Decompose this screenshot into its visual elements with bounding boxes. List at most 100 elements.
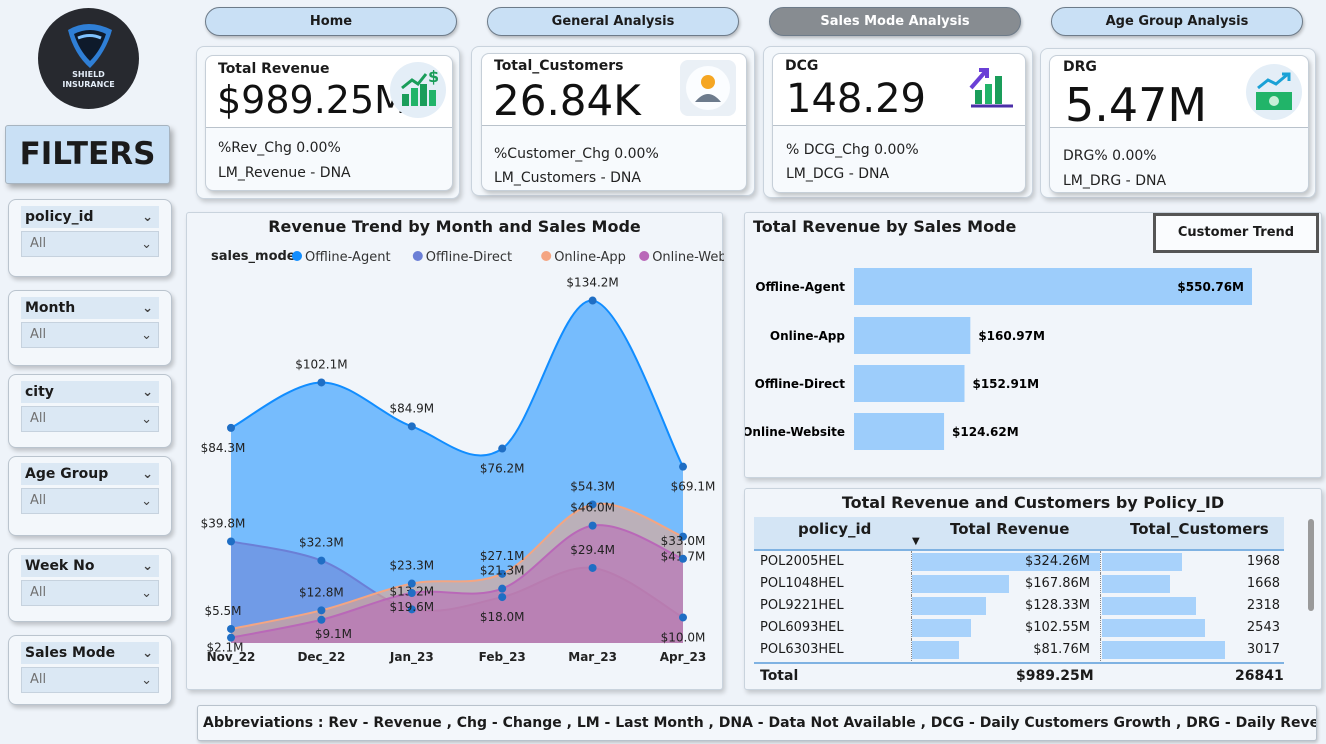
cell-customers: 1668 bbox=[1246, 576, 1280, 591]
kpi-value: 148.29 bbox=[786, 76, 926, 122]
growth-bars-icon bbox=[963, 60, 1019, 116]
data-label: $5.5M bbox=[204, 604, 241, 618]
chevron-down-icon[interactable]: ⌄ bbox=[142, 298, 153, 320]
data-point[interactable] bbox=[588, 563, 597, 572]
chevron-down-icon[interactable]: ⌄ bbox=[142, 556, 153, 578]
table-row[interactable]: POL6303HEL $81.76M 3017 bbox=[754, 639, 1284, 661]
chevron-down-icon[interactable]: ⌄ bbox=[142, 643, 153, 665]
slicer-dropdown[interactable]: All ⌄ bbox=[21, 488, 159, 514]
data-point[interactable] bbox=[227, 537, 235, 546]
legend-marker[interactable] bbox=[541, 251, 552, 261]
chevron-down-icon[interactable]: ⌄ bbox=[142, 382, 153, 404]
slicer-dropdown[interactable]: All ⌄ bbox=[21, 580, 159, 606]
revenue-by-sales-mode-chart: Total Revenue by Sales Mode Customer Tre… bbox=[744, 212, 1322, 478]
data-point[interactable] bbox=[317, 615, 326, 624]
slicer-age-group[interactable]: Age Group ⌄ All ⌄ bbox=[8, 456, 172, 536]
chevron-down-icon[interactable]: ⌄ bbox=[142, 207, 153, 229]
bar-online-app[interactable] bbox=[854, 317, 971, 354]
slicer-policy-id[interactable]: policy_id ⌄ All ⌄ bbox=[8, 199, 172, 277]
cell-revenue: $102.55M bbox=[1025, 620, 1090, 635]
data-point[interactable] bbox=[227, 423, 235, 432]
data-point[interactable] bbox=[679, 613, 687, 622]
chevron-down-icon[interactable]: ⌄ bbox=[142, 464, 153, 486]
legend-item-offline-direct[interactable]: Offline-Direct bbox=[426, 250, 512, 265]
slicer-city[interactable]: city ⌄ All ⌄ bbox=[8, 374, 172, 448]
column-header-total-customers[interactable]: Total_Customers bbox=[1130, 520, 1269, 538]
slicer-sales-mode[interactable]: Sales Mode ⌄ All ⌄ bbox=[8, 635, 172, 705]
table-row[interactable]: POL6093HEL $102.55M 2543 bbox=[754, 617, 1284, 639]
chevron-down-icon: ⌄ bbox=[141, 673, 152, 688]
table-row[interactable]: POL9221HEL $128.33M 2318 bbox=[754, 595, 1284, 617]
bar-category-label: Offline-Direct bbox=[755, 377, 846, 391]
kpi-card-customers: Total_Customers 26.84K %Customer_Chg 0.0… bbox=[471, 46, 755, 196]
chevron-down-icon: ⌄ bbox=[141, 237, 152, 252]
data-point[interactable] bbox=[588, 296, 597, 305]
data-label: $29.4M bbox=[570, 543, 615, 557]
slicer-dropdown[interactable]: All ⌄ bbox=[21, 667, 159, 693]
kpi-card-revenue: Total Revenue $989.25M $ %Rev_Chg 0.00% … bbox=[196, 46, 460, 199]
slicer-dropdown[interactable]: All ⌄ bbox=[21, 406, 159, 432]
customers-databar bbox=[1102, 575, 1170, 593]
nav-home-button[interactable]: Home bbox=[205, 7, 457, 36]
slicer-label: Age Group bbox=[25, 466, 109, 482]
legend-marker[interactable] bbox=[639, 251, 650, 261]
kpi-change: % DCG_Chg 0.00% bbox=[786, 142, 919, 158]
legend-item-online-website[interactable]: Online-Website bbox=[652, 250, 724, 265]
kpi-card-dcg: DCG 148.29 % DCG_Chg 0.00% LM_DCG - DNA bbox=[763, 46, 1033, 198]
legend-marker[interactable] bbox=[412, 251, 423, 261]
data-label: $39.8M bbox=[201, 516, 246, 530]
legend-marker[interactable] bbox=[292, 251, 302, 261]
slicer-month[interactable]: Month ⌄ All ⌄ bbox=[8, 290, 172, 366]
data-point[interactable] bbox=[498, 593, 507, 602]
data-point[interactable] bbox=[679, 554, 687, 563]
kpi-value: 5.47M bbox=[1065, 78, 1208, 132]
bar-online-website[interactable] bbox=[854, 413, 945, 450]
data-point[interactable] bbox=[407, 422, 416, 431]
column-divider bbox=[1100, 639, 1101, 661]
kpi-change: %Customer_Chg 0.00% bbox=[494, 146, 659, 162]
data-point[interactable] bbox=[317, 378, 326, 387]
revenue-growth-icon: $ bbox=[390, 62, 446, 118]
slicer-week-no[interactable]: Week No ⌄ All ⌄ bbox=[8, 548, 172, 622]
filters-title: FILTERS bbox=[5, 125, 170, 184]
nav-age-group-analysis-button[interactable]: Age Group Analysis bbox=[1051, 7, 1303, 36]
bar-value-label: $124.62M bbox=[952, 425, 1019, 439]
slicer-dropdown[interactable]: All ⌄ bbox=[21, 231, 159, 257]
cell-policy-id: POL9221HEL bbox=[760, 598, 844, 613]
sort-descending-icon[interactable]: ▼ bbox=[912, 536, 920, 547]
data-point[interactable] bbox=[679, 462, 687, 471]
slicer-label: Week No bbox=[25, 558, 95, 574]
table-header: policy_id Total Revenue Total_Customers … bbox=[754, 517, 1284, 549]
data-point[interactable] bbox=[317, 606, 326, 615]
table-row[interactable]: POL1048HEL $167.86M 1668 bbox=[754, 573, 1284, 595]
data-label: $46.0M bbox=[570, 501, 615, 515]
bar-category-label: Offline-Agent bbox=[755, 280, 845, 294]
bar-category-label: Online-App bbox=[770, 329, 846, 343]
kpi-value: $989.25M bbox=[217, 78, 407, 122]
data-point[interactable] bbox=[498, 444, 507, 453]
data-point[interactable] bbox=[498, 584, 507, 593]
bar-offline-direct[interactable] bbox=[854, 365, 965, 402]
bar-value-label: $152.91M bbox=[972, 377, 1039, 391]
x-tick-label: Apr_23 bbox=[660, 650, 707, 665]
data-point[interactable] bbox=[317, 556, 326, 565]
legend-item-offline-agent[interactable]: Offline-Agent bbox=[305, 250, 391, 265]
data-label: $23.3M bbox=[389, 559, 434, 573]
column-header-policy-id[interactable]: policy_id bbox=[798, 520, 871, 538]
table-row[interactable]: POL2005HEL $324.26M 1968 bbox=[754, 551, 1284, 573]
nav-sales-mode-analysis-button[interactable]: Sales Mode Analysis bbox=[769, 7, 1021, 36]
slicer-dropdown[interactable]: All ⌄ bbox=[21, 322, 159, 348]
logo-text-line2: INSURANCE bbox=[62, 80, 115, 89]
column-header-total-revenue[interactable]: Total Revenue bbox=[950, 520, 1069, 538]
bar-value-label: $550.76M bbox=[1177, 280, 1244, 294]
legend-item-online-app[interactable]: Online-App bbox=[554, 250, 626, 265]
x-tick-label: Jan_23 bbox=[389, 650, 434, 665]
data-point[interactable] bbox=[407, 588, 416, 597]
data-point[interactable] bbox=[227, 624, 235, 633]
data-point[interactable] bbox=[588, 521, 597, 530]
column-divider bbox=[1100, 573, 1101, 595]
bar-chart-plot: Offline-Agent $550.76M Online-App $160.97M O… bbox=[745, 268, 1252, 450]
table-scrollbar[interactable] bbox=[1308, 519, 1314, 611]
nav-general-analysis-button[interactable]: General Analysis bbox=[487, 7, 739, 36]
data-point[interactable] bbox=[407, 579, 416, 588]
